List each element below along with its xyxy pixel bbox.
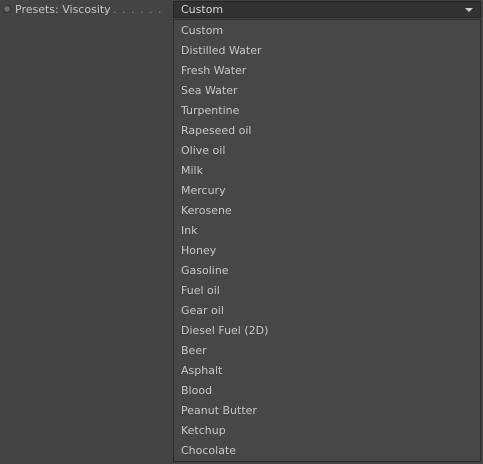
viscosity-preset-row: Presets: Viscosity . . . . . . . . . . .… [0, 0, 483, 20]
dropdown-option[interactable]: Ketchup [174, 421, 480, 441]
viscosity-preset-dropdown: Custom Distilled Water Fresh Water Sea Wate… [173, 19, 481, 462]
parameter-radio-icon[interactable] [3, 5, 11, 13]
dropdown-option[interactable]: Chocolate [174, 441, 480, 461]
leader-dots: . . . . . . . . . . . . [104, 3, 168, 16]
presets-viscosity-label: Presets: Viscosity [15, 3, 111, 16]
chevron-down-icon[interactable] [465, 8, 473, 12]
dropdown-option[interactable]: Milk [174, 161, 480, 181]
dropdown-option[interactable]: Turpentine [174, 101, 480, 121]
dropdown-option[interactable]: Ink [174, 221, 480, 241]
selected-preset-value: Custom [181, 3, 224, 16]
dropdown-option[interactable]: Asphalt [174, 361, 480, 381]
dropdown-option[interactable]: Peanut Butter [174, 401, 480, 421]
dropdown-option[interactable]: Kerosene [174, 201, 480, 221]
dropdown-option[interactable]: Diesel Fuel (2D) [174, 321, 480, 341]
dropdown-option[interactable]: Gear oil [174, 301, 480, 321]
dropdown-option[interactable]: Custom [174, 21, 480, 41]
dropdown-option[interactable]: Olive oil [174, 141, 480, 161]
dropdown-option[interactable]: Honey [174, 241, 480, 261]
dropdown-option[interactable]: Gasoline [174, 261, 480, 281]
dropdown-option[interactable]: Beer [174, 341, 480, 361]
dropdown-option[interactable]: Mercury [174, 181, 480, 201]
attributes-panel: Presets: Viscosity . . . . . . . . . . .… [0, 0, 483, 464]
dropdown-option[interactable]: Blood [174, 381, 480, 401]
dropdown-option[interactable]: Distilled Water [174, 41, 480, 61]
dropdown-option[interactable]: Fuel oil [174, 281, 480, 301]
dropdown-option[interactable]: Sea Water [174, 81, 480, 101]
viscosity-preset-select[interactable]: Custom [173, 1, 481, 18]
dropdown-option[interactable]: Rapeseed oil [174, 121, 480, 141]
dropdown-option[interactable]: Fresh Water [174, 61, 480, 81]
